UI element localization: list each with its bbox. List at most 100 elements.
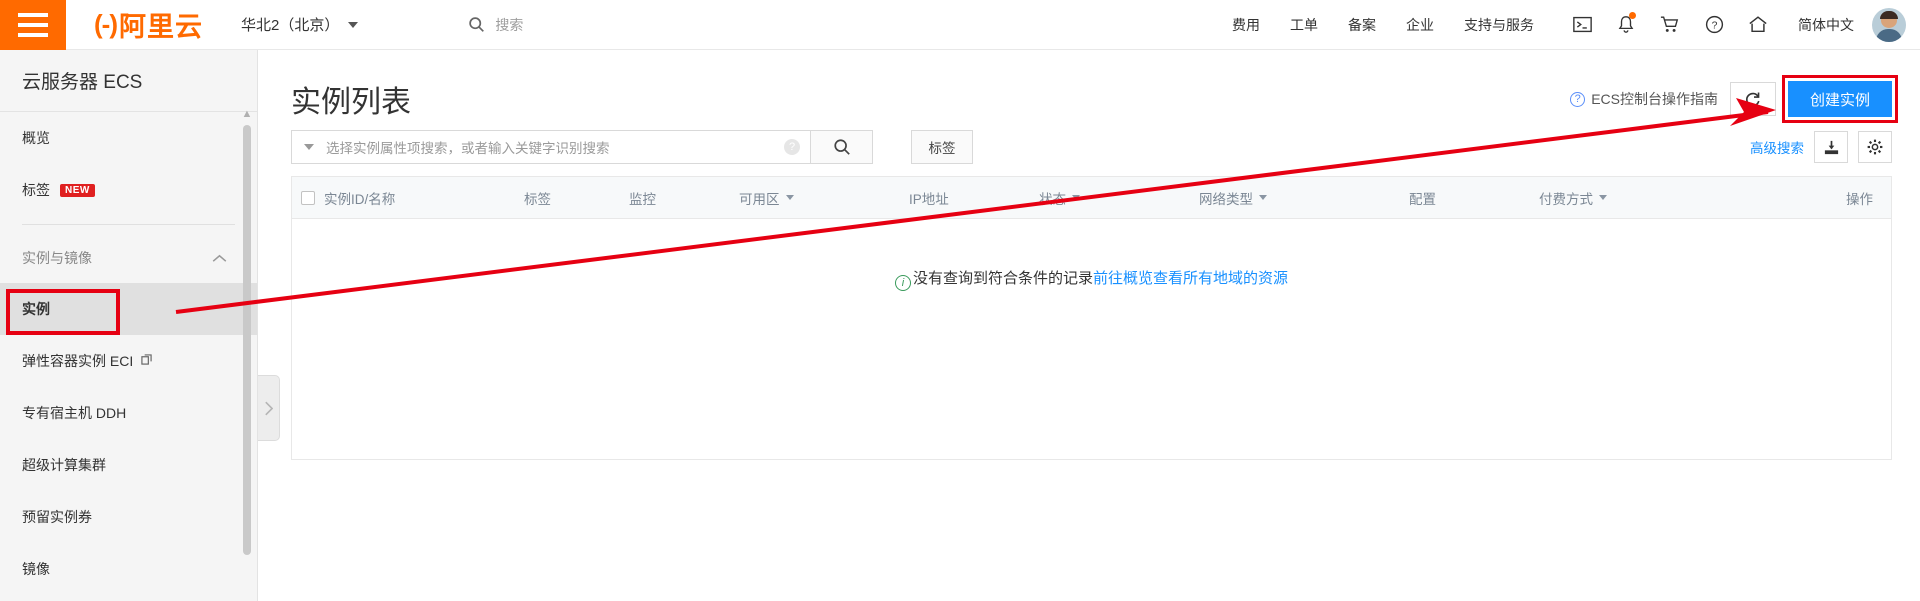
column-zone[interactable]: 可用区 [739,188,909,208]
page-header-actions: ? ECS控制台操作指南 创建实例 [1570,75,1899,123]
sidebar-item-eci[interactable]: 弹性容器实例 ECI [0,335,257,387]
new-badge: NEW [60,183,95,197]
bell-icon[interactable] [1604,0,1648,50]
sidebar-scrollbar[interactable] [243,125,251,555]
empty-state-text: 没有查询到符合条件的记录 [912,270,1093,287]
logo-mark-icon: (-) [94,9,118,39]
search-button[interactable] [811,130,873,164]
question-icon: ? [1570,91,1586,107]
sidebar-item-label: 弹性容器实例 ECI [22,353,134,369]
column-payment[interactable]: 付费方式 [1539,188,1659,208]
chevron-down-icon[interactable] [304,144,314,150]
sidebar-item-instances[interactable]: 实例 [0,283,257,335]
create-instance-button[interactable]: 创建实例 [1781,75,1899,123]
page-title: 实例列表 [291,86,411,119]
refresh-button[interactable] [1729,82,1776,116]
sidebar-item-label: 概览 [22,130,50,146]
global-search-placeholder: 搜索 [495,16,524,33]
chevron-down-icon [785,195,794,200]
sidebar-item-label: 预留实例券 [22,509,92,525]
sidebar-item-label: 标签 [22,182,50,198]
sidebar-item-ddh[interactable]: 专有宿主机 DDH [0,387,257,439]
sidebar-item-label: 超级计算集群 [22,457,106,473]
table-body: i 没有查询到符合条件的记录前往概览查看所有地域的资源 [292,219,1891,459]
external-link-icon [141,354,152,368]
select-all-checkbox[interactable] [301,190,315,205]
gear-icon [1867,139,1883,155]
sidebar-item-label: 镜像 [22,561,50,577]
search-icon [469,17,485,32]
sidebar-divider [22,224,235,225]
chevron-right-icon [265,401,273,415]
help-icon[interactable]: ? [1692,0,1736,50]
header-icon-group: ? [1560,0,1780,50]
column-tags: 标签 [524,191,551,207]
nav-item-enterprise[interactable]: 企业 [1406,15,1434,35]
instance-search-input[interactable]: 选择实例属性项搜索，或者输入关键字识别搜索 ? [291,130,811,164]
column-monitor: 监控 [629,191,656,207]
chevron-down-icon [1599,195,1607,200]
aliyun-logo[interactable]: (-) 阿里云 [94,5,203,44]
top-header: (-) 阿里云 华北2（北京） 搜索 费用 工单 备案 企业 支持与服务 ? 简… [0,0,1920,50]
nav-item-fees[interactable]: 费用 [1232,15,1260,35]
sidebar-group-instances-images[interactable]: 实例与镜像 [0,233,257,283]
terminal-icon[interactable] [1560,0,1604,50]
column-instance-id: 实例ID/名称 [324,191,396,207]
table-header-row: 实例ID/名称 标签 监控 可用区 IP地址 状态 网络类型 配置 付费方式 操… [292,177,1891,219]
sidebar-item-overview[interactable]: 概览 [0,112,257,164]
export-button[interactable] [1814,131,1848,163]
column-settings-button[interactable] [1858,131,1892,163]
main-content: 实例列表 ? ECS控制台操作指南 创建实例 选择实例属性项搜索，或者输入关键字… [259,50,1920,601]
chevron-down-icon [1072,195,1080,200]
column-network-type[interactable]: 网络类型 [1199,188,1409,208]
search-icon [833,139,850,155]
advanced-search-link[interactable]: 高级搜索 [1750,137,1804,157]
avatar[interactable] [1872,7,1906,42]
sidebar-item-tags[interactable]: 标签 NEW [0,164,257,216]
chevron-up-icon [212,254,227,262]
empty-state-link[interactable]: 前往概览查看所有地域的资源 [1093,270,1288,287]
home-icon[interactable] [1736,0,1780,50]
search-toolbar-right: 高级搜索 [1750,131,1892,163]
region-selector[interactable]: 华北2（北京） [240,14,359,35]
sidebar-item-label: 专有宿主机 DDH [22,405,127,421]
global-search[interactable]: 搜索 [468,15,523,35]
sidebar-title: 云服务器 ECS [0,50,257,112]
info-icon: i [894,275,911,291]
sidebar-item-reserved-instance[interactable]: 预留实例券 [0,491,257,543]
menu-hamburger-icon[interactable] [0,0,66,50]
refresh-icon [1746,92,1760,106]
page-header: 实例列表 ? ECS控制台操作指南 创建实例 [259,50,1920,123]
language-selector[interactable]: 简体中文 [1798,15,1854,35]
sidebar-item-label: 实例 [22,301,50,317]
sidebar-item-scc[interactable]: 超级计算集群 [0,439,257,491]
chevron-down-icon [348,21,359,28]
cart-icon[interactable] [1648,0,1692,50]
column-ip: IP地址 [909,191,949,207]
nav-item-tickets[interactable]: 工单 [1290,15,1318,35]
sidebar: 云服务器 ECS 概览 标签 NEW 实例与镜像 实例 弹性容器实例 ECI 专… [0,50,258,601]
console-guide-link[interactable]: ? ECS控制台操作指南 [1570,89,1718,109]
column-actions: 操作 [1846,191,1873,207]
region-label: 华北2（北京） [240,17,340,34]
svg-text:?: ? [1711,21,1717,32]
nav-item-support[interactable]: 支持与服务 [1464,15,1534,35]
sidebar-scroll-up-icon[interactable]: ▲ [241,108,253,120]
instance-search-placeholder: 选择实例属性项搜索，或者输入关键字识别搜索 [326,141,610,156]
nav-item-icp[interactable]: 备案 [1348,15,1376,35]
search-help-icon[interactable]: ? [784,139,800,155]
sidebar-group-label: 实例与镜像 [22,250,92,266]
search-toolbar: 选择实例属性项搜索，或者输入关键字识别搜索 ? 标签 高级搜索 [259,122,1920,164]
column-config: 配置 [1409,191,1436,207]
sidebar-item-images[interactable]: 镜像 [0,543,257,595]
column-status[interactable]: 状态 [1039,188,1199,208]
empty-state-message: i 没有查询到符合条件的记录前往概览查看所有地域的资源 [292,267,1891,291]
tag-filter-button[interactable]: 标签 [911,130,973,164]
top-nav: 费用 工单 备案 企业 支持与服务 ? 简体中文 [1202,0,1920,50]
sidebar-collapse-handle[interactable] [258,375,280,441]
chevron-down-icon [1259,195,1267,200]
notification-badge-dot [1629,11,1636,19]
export-icon [1824,140,1838,154]
logo-text: 阿里云 [118,12,203,42]
instance-table: 实例ID/名称 标签 监控 可用区 IP地址 状态 网络类型 配置 付费方式 操… [291,176,1892,460]
